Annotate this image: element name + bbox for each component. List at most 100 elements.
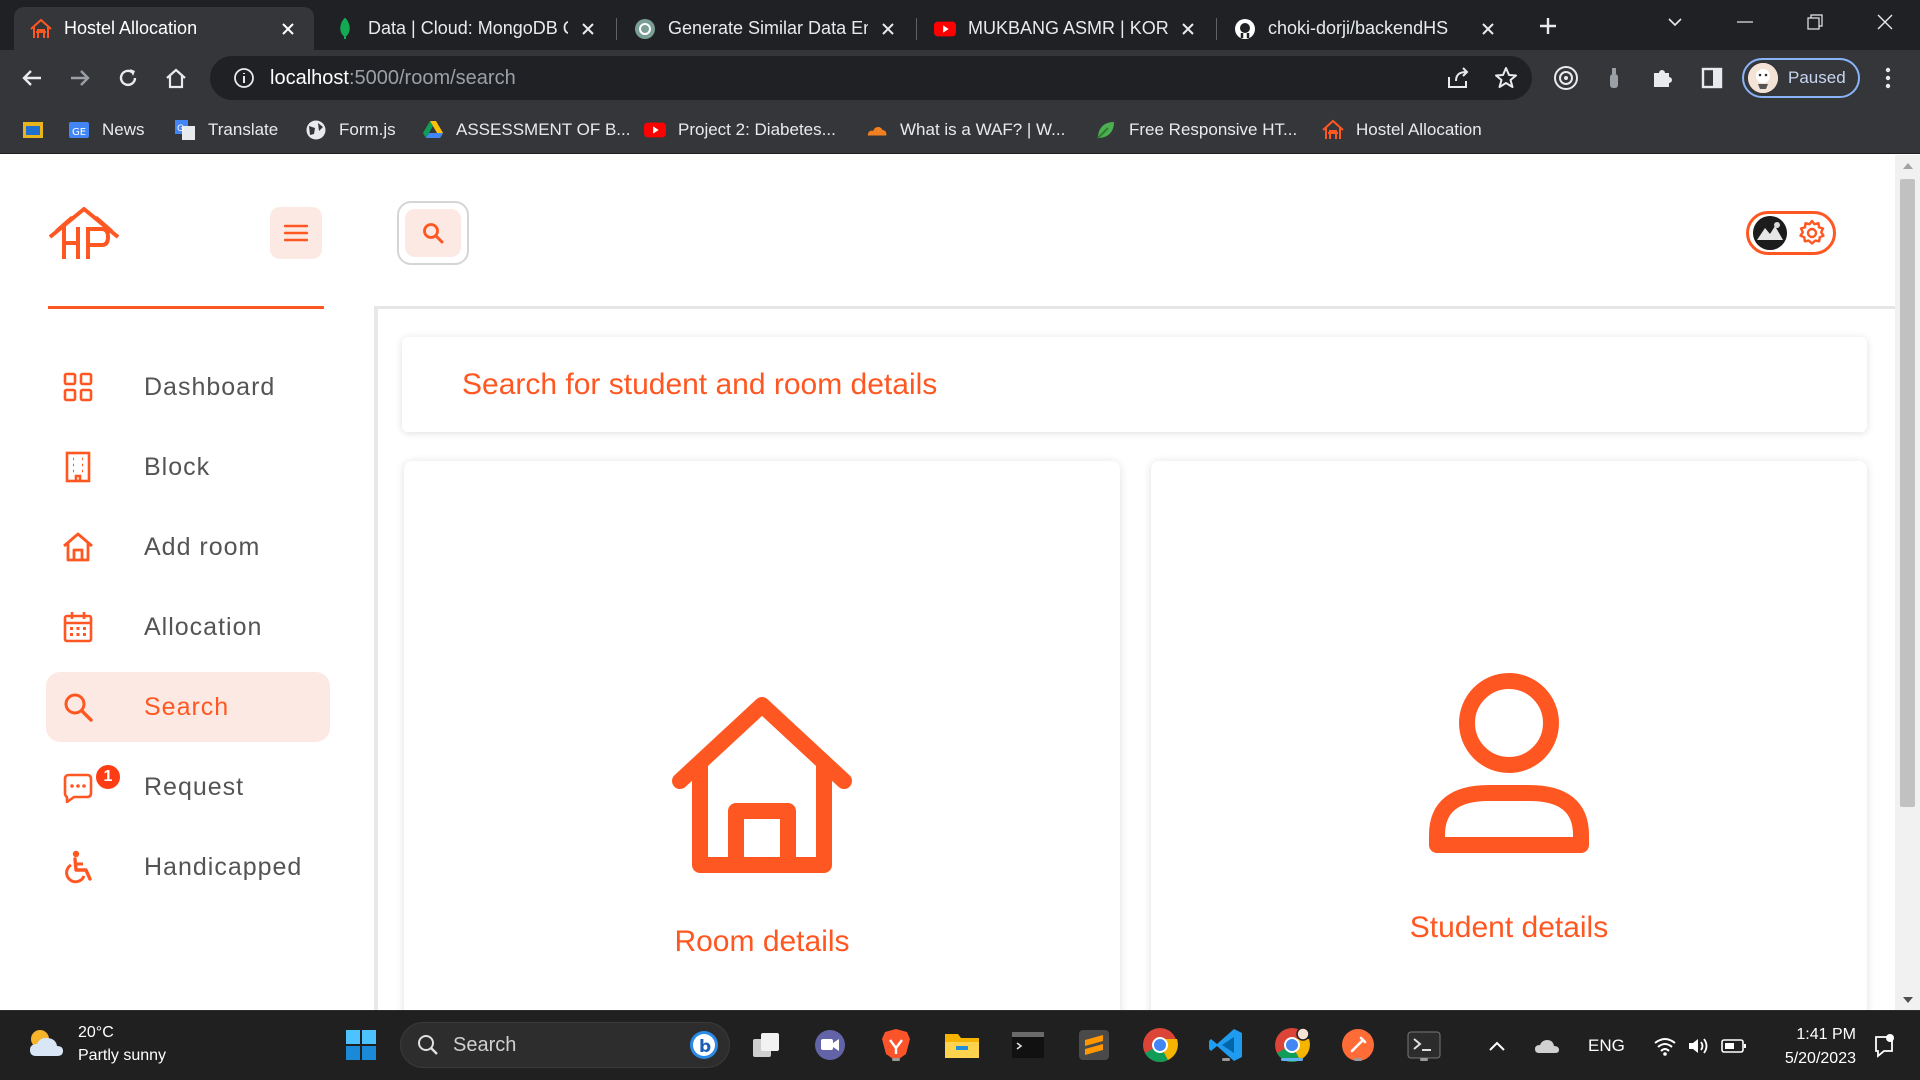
wheelchair-icon — [58, 847, 98, 887]
gear-icon — [1795, 216, 1829, 250]
bookmark-waf[interactable]: What is a WAF? | W... — [866, 118, 1065, 142]
language-indicator[interactable]: ENG — [1588, 1036, 1625, 1056]
notification-icon[interactable] — [1872, 1033, 1896, 1059]
tab-github[interactable]: choki-dorji/backendHS — [1218, 7, 1514, 50]
vscode-app[interactable] — [1206, 1025, 1246, 1065]
tab-chatgpt[interactable]: Generate Similar Data Ent — [618, 7, 914, 50]
terminal-app[interactable] — [1008, 1025, 1048, 1065]
room-details-card[interactable]: Room details — [404, 461, 1120, 1010]
extension-bottle-icon[interactable] — [1596, 60, 1632, 96]
wifi-icon[interactable] — [1653, 1036, 1677, 1056]
chrome-app[interactable] — [1140, 1025, 1180, 1065]
avatar — [1748, 63, 1778, 93]
chrome-icon — [1143, 1028, 1178, 1062]
google-drive-icon — [422, 119, 444, 141]
header-search-button[interactable] — [397, 201, 469, 265]
card-label: Room details — [674, 925, 850, 958]
start-button[interactable] — [341, 1025, 381, 1065]
show-hidden-icons-chevron-icon[interactable] — [1488, 1041, 1506, 1051]
nav-item-allocation[interactable]: Allocation — [46, 592, 330, 662]
onedrive-cloud-icon[interactable] — [1534, 1037, 1560, 1055]
file-explorer-app[interactable] — [942, 1025, 982, 1065]
apps-icon — [22, 119, 44, 141]
profile-button[interactable]: Paused — [1742, 58, 1860, 98]
bookmark-formjs[interactable]: Form.js — [305, 118, 396, 142]
battery-icon[interactable] — [1721, 1038, 1747, 1054]
close-icon[interactable] — [576, 17, 600, 41]
nav-item-dashboard[interactable]: Dashboard — [46, 352, 330, 422]
close-icon[interactable] — [876, 17, 900, 41]
scroll-up-icon[interactable] — [1902, 160, 1913, 171]
google-news-icon: GE — [68, 119, 90, 141]
sublime-app[interactable] — [1074, 1025, 1114, 1065]
bookmark-label: What is a WAF? | W... — [900, 120, 1066, 139]
browser-menu-icon[interactable] — [1870, 60, 1906, 96]
weather-widget[interactable]: 20°C Partly sunny — [26, 1021, 166, 1067]
postman-app[interactable] — [1338, 1025, 1378, 1065]
bookmark-hostel[interactable]: Hostel Allocation — [1322, 118, 1482, 142]
close-window-button[interactable] — [1850, 0, 1920, 44]
svg-text:b: b — [699, 1037, 711, 1057]
bookmark-project2[interactable]: Project 2: Diabetes... — [644, 118, 836, 142]
reload-button[interactable] — [110, 60, 146, 96]
youtube-icon — [934, 18, 956, 40]
new-tab-button[interactable] — [1528, 9, 1568, 43]
nav-item-block[interactable]: Block — [46, 432, 330, 502]
nav-item-search[interactable]: Search — [46, 672, 330, 742]
page-scrollbar[interactable] — [1895, 155, 1920, 1010]
back-button[interactable] — [14, 60, 50, 96]
bookmark-free-html[interactable]: Free Responsive HT... — [1095, 118, 1297, 142]
tab-mongodb[interactable]: Data | Cloud: MongoDB C — [318, 7, 614, 50]
student-details-card[interactable]: Student details — [1151, 461, 1867, 1010]
bookmark-news[interactable]: GE News — [68, 118, 145, 142]
powershell-app[interactable] — [1404, 1025, 1444, 1065]
bookmark-label: Translate — [208, 120, 279, 139]
tab-title: choki-dorji/backendHS — [1268, 18, 1449, 38]
close-icon[interactable] — [1476, 17, 1500, 41]
chrome-profile-app[interactable] — [1272, 1025, 1312, 1065]
task-view-button[interactable] — [746, 1025, 786, 1065]
site-info-icon[interactable] — [224, 67, 264, 89]
restore-button[interactable] — [1780, 0, 1850, 44]
scrollbar-thumb[interactable] — [1900, 179, 1915, 807]
home-button[interactable] — [158, 60, 194, 96]
extensions-puzzle-icon[interactable] — [1644, 60, 1680, 96]
tab-hostel-allocation[interactable]: Hostel Allocation — [14, 7, 314, 50]
taskbar-search-box[interactable]: Search b — [400, 1022, 730, 1068]
close-icon[interactable] — [1176, 17, 1200, 41]
bookmark-apps[interactable] — [22, 118, 56, 142]
nav-item-add-room[interactable]: Add room — [46, 512, 330, 582]
tab-search-icon[interactable] — [1640, 0, 1710, 44]
scroll-down-icon[interactable] — [1902, 994, 1913, 1005]
close-icon[interactable] — [276, 17, 300, 41]
teams-app[interactable] — [810, 1025, 850, 1065]
url-path: :5000/room/search — [348, 66, 516, 89]
github-icon — [1234, 18, 1256, 40]
windows-taskbar: 20°C Partly sunny Search b ENG 1:41 PM 5… — [0, 1010, 1920, 1080]
profile-settings-button[interactable] — [1746, 211, 1836, 255]
teams-icon — [815, 1030, 845, 1060]
forward-button[interactable] — [62, 60, 98, 96]
bookmark-star-icon[interactable] — [1488, 60, 1524, 96]
globe-icon — [305, 119, 327, 141]
app-logo[interactable] — [48, 205, 120, 263]
share-icon[interactable] — [1440, 60, 1476, 96]
bookmark-assessment[interactable]: ASSESSMENT OF B... — [422, 118, 630, 142]
calendar-icon — [58, 607, 98, 647]
clock[interactable]: 1:41 PM 5/20/2023 — [1770, 1023, 1856, 1071]
side-panel-icon[interactable] — [1694, 60, 1730, 96]
bing-icon[interactable]: b — [689, 1030, 719, 1060]
address-bar[interactable]: localhost:5000/room/search — [210, 56, 1532, 100]
minimize-button[interactable] — [1710, 0, 1780, 44]
brave-app[interactable] — [876, 1025, 916, 1065]
nav-label: Search — [144, 692, 230, 721]
bookmark-translate[interactable]: G Translate — [174, 118, 278, 142]
nav-item-handicapped[interactable]: Handicapped — [46, 832, 330, 902]
postman-icon — [1342, 1029, 1374, 1061]
search-placeholder: Search — [453, 1033, 517, 1056]
tab-youtube[interactable]: MUKBANG ASMR | KOREA — [918, 7, 1214, 50]
menu-toggle-button[interactable] — [270, 207, 322, 259]
volume-icon[interactable] — [1687, 1036, 1711, 1056]
extension-target-icon[interactable] — [1548, 60, 1584, 96]
nav-item-request[interactable]: 1 Request — [46, 752, 330, 822]
